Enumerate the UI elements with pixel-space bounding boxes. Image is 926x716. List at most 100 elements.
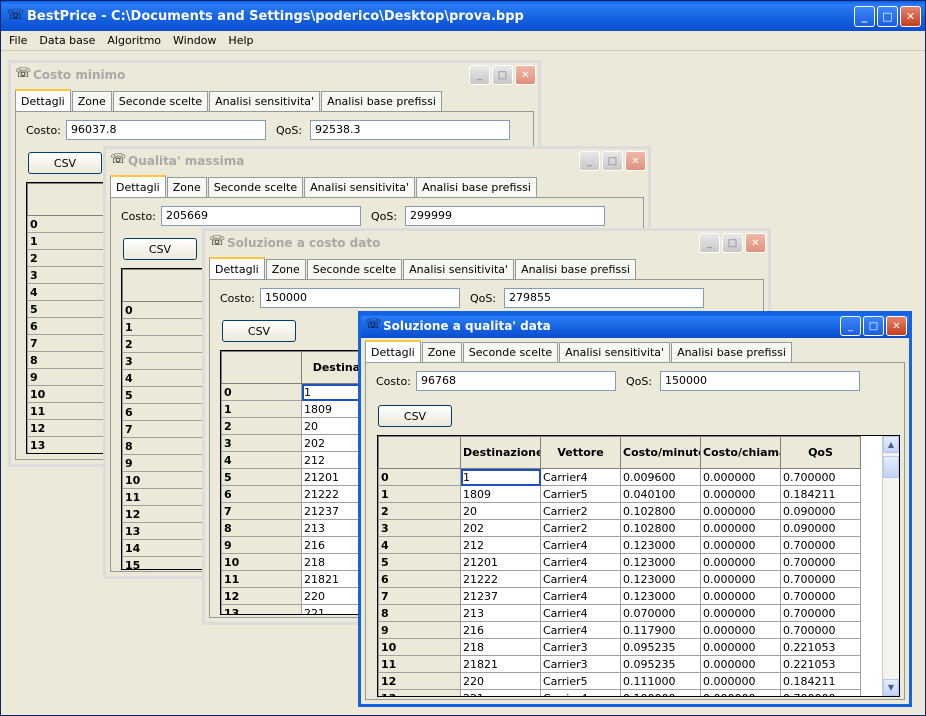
table-row[interactable]: 10 218 Carrier3 0.095235 0.000000 0.221053	[378, 638, 861, 656]
close-button[interactable]: ✕	[515, 65, 536, 85]
costo-chiamata-cell[interactable]: 0.000000	[700, 604, 781, 622]
tab-seconde-scelte[interactable]: Seconde scelte	[207, 177, 304, 197]
tab-dettagli[interactable]: Dettagli	[110, 175, 166, 197]
costo-chiamata-cell[interactable]: 0.000000	[700, 689, 781, 696]
costo-minuto-cell[interactable]: 0.100000	[620, 689, 701, 696]
tab-zone[interactable]: Zone	[166, 177, 207, 197]
qos-cell[interactable]: 0.700000	[780, 689, 861, 696]
menu-window[interactable]: Window	[173, 34, 216, 47]
destinazione-cell[interactable]: 220	[460, 672, 541, 690]
costo-chiamata-cell[interactable]: 0.000000	[700, 485, 781, 503]
costo-chiamata-cell[interactable]: 0.000000	[700, 553, 781, 571]
costo-minuto-cell[interactable]: 0.123000	[620, 553, 701, 571]
table-row[interactable]: 12 220 Carrier5 0.111000 0.000000 0.184211	[378, 672, 861, 690]
minimize-button[interactable]: _	[579, 151, 600, 171]
table-row[interactable]: 11 21821 Carrier3 0.095235 0.000000 0.221053	[378, 655, 861, 673]
vettore-cell[interactable]: Carrier2	[540, 502, 621, 520]
table-row[interactable]: 1 1809 Carrier5 0.040100 0.000000 0.184211	[378, 485, 861, 503]
close-button[interactable]: ✕	[625, 151, 646, 171]
destinazione-cell[interactable]: 202	[460, 519, 541, 537]
qos-cell[interactable]: 0.700000	[780, 468, 861, 486]
costo-chiamata-cell[interactable]: 0.000000	[700, 468, 781, 486]
costo-minuto-cell[interactable]: 0.102800	[620, 519, 701, 537]
minimize-button[interactable]: _	[469, 65, 490, 85]
table-row[interactable]: 9 216 Carrier4 0.117900 0.000000 0.700000	[378, 621, 861, 639]
maximize-button[interactable]: □	[722, 233, 743, 253]
table-row[interactable]: 4 212 Carrier4 0.123000 0.000000 0.700000	[378, 536, 861, 554]
tab-analisi-sensitivita[interactable]: Analisi sensitivita'	[403, 259, 515, 279]
tab-zone[interactable]: Zone	[71, 91, 112, 111]
tab-analisi-base-prefissi[interactable]: Analisi base prefissi	[321, 91, 442, 111]
destinazione-cell[interactable]: 21821	[460, 655, 541, 673]
qos-cell[interactable]: 0.700000	[780, 536, 861, 554]
qos-field[interactable]: 92538.3	[310, 120, 510, 140]
csv-button[interactable]: CSV	[28, 152, 102, 174]
scroll-thumb[interactable]	[883, 456, 899, 478]
table-row[interactable]: 7 21237 Carrier4 0.123000 0.000000 0.700000	[378, 587, 861, 605]
close-button[interactable]: ✕	[745, 233, 766, 253]
qos-cell[interactable]: 0.221053	[780, 638, 861, 656]
costo-minuto-cell[interactable]: 0.117900	[620, 621, 701, 639]
csv-button[interactable]: CSV	[222, 320, 296, 342]
costo-minuto-cell[interactable]: 0.123000	[620, 536, 701, 554]
menu-algoritmo[interactable]: Algoritmo	[107, 34, 161, 47]
maximize-button[interactable]: □	[863, 316, 884, 336]
maximize-button[interactable]: □	[877, 6, 898, 27]
scroll-down-icon[interactable]: ▼	[883, 679, 899, 696]
costo-chiamata-cell[interactable]: 0.000000	[700, 621, 781, 639]
vettore-cell[interactable]: Carrier4	[540, 587, 621, 605]
costo-chiamata-cell[interactable]: 0.000000	[700, 502, 781, 520]
csv-button[interactable]: CSV	[123, 238, 197, 260]
costo-minuto-cell[interactable]: 0.123000	[620, 570, 701, 588]
maximize-button[interactable]: □	[492, 65, 513, 85]
tab-analisi-sensitivita[interactable]: Analisi sensitivita'	[304, 177, 416, 197]
costo-minuto-cell[interactable]: 0.123000	[620, 587, 701, 605]
costo-minuto-cell[interactable]: 0.070000	[620, 604, 701, 622]
costo-minuto-cell[interactable]: 0.009600	[620, 468, 701, 486]
qos-cell[interactable]: 0.184211	[780, 672, 861, 690]
destinazione-cell[interactable]: 213	[460, 604, 541, 622]
menu-database[interactable]: Data base	[39, 34, 95, 47]
window-titlebar[interactable]: ☏ Qualita' massima _ □ ✕	[106, 149, 648, 173]
vettore-cell[interactable]: Carrier4	[540, 621, 621, 639]
menu-help[interactable]: Help	[228, 34, 253, 47]
costo-chiamata-cell[interactable]: 0.000000	[700, 587, 781, 605]
costo-chiamata-cell[interactable]: 0.000000	[700, 672, 781, 690]
vettore-cell[interactable]: Carrier4	[540, 570, 621, 588]
costo-field[interactable]: 96037.8	[66, 120, 266, 140]
costo-chiamata-cell[interactable]: 0.000000	[700, 519, 781, 537]
minimize-button[interactable]: _	[699, 233, 720, 253]
costo-minuto-cell[interactable]: 0.040100	[620, 485, 701, 503]
vertical-scrollbar[interactable]: ▲ ▼	[882, 436, 899, 696]
tab-zone[interactable]: Zone	[265, 259, 306, 279]
costo-chiamata-cell[interactable]: 0.000000	[700, 536, 781, 554]
qos-cell[interactable]: 0.090000	[780, 502, 861, 520]
csv-button[interactable]: CSV	[378, 405, 452, 427]
window-titlebar[interactable]: ☏ Soluzione a qualita' data _ □ ✕	[361, 314, 909, 338]
costo-minuto-cell[interactable]: 0.102800	[620, 502, 701, 520]
table-row[interactable]: 6 21222 Carrier4 0.123000 0.000000 0.700000	[378, 570, 861, 588]
vettore-cell[interactable]: Carrier4	[540, 536, 621, 554]
vettore-cell[interactable]: Carrier5	[540, 485, 621, 503]
scroll-up-icon[interactable]: ▲	[883, 436, 899, 453]
window-titlebar[interactable]: ☏ Soluzione a costo dato _ □ ✕	[205, 231, 768, 255]
vettore-cell[interactable]: Carrier2	[540, 519, 621, 537]
qos-field[interactable]: 150000	[660, 371, 860, 391]
tab-seconde-scelte[interactable]: Seconde scelte	[462, 342, 559, 362]
tab-seconde-scelte[interactable]: Seconde scelte	[112, 91, 209, 111]
tab-analisi-base-prefissi[interactable]: Analisi base prefissi	[671, 342, 792, 362]
tab-analisi-base-prefissi[interactable]: Analisi base prefissi	[515, 259, 636, 279]
menu-file[interactable]: File	[9, 34, 27, 47]
vettore-cell[interactable]: Carrier4	[540, 604, 621, 622]
tab-analisi-base-prefissi[interactable]: Analisi base prefissi	[416, 177, 537, 197]
window-titlebar[interactable]: ☏ Costo minimo _ □ ✕	[11, 63, 538, 87]
table-row[interactable]: 0 1 Carrier4 0.009600 0.000000 0.700000	[378, 468, 861, 486]
costo-chiamata-cell[interactable]: 0.000000	[700, 638, 781, 656]
qos-field[interactable]: 299999	[405, 206, 605, 226]
maximize-button[interactable]: □	[602, 151, 623, 171]
tab-dettagli[interactable]: Dettagli	[365, 340, 421, 362]
tab-analisi-sensitivita[interactable]: Analisi sensitivita'	[209, 91, 321, 111]
costo-minuto-cell[interactable]: 0.095235	[620, 655, 701, 673]
qos-field[interactable]: 279855	[504, 288, 704, 308]
qos-cell[interactable]: 0.700000	[780, 553, 861, 571]
